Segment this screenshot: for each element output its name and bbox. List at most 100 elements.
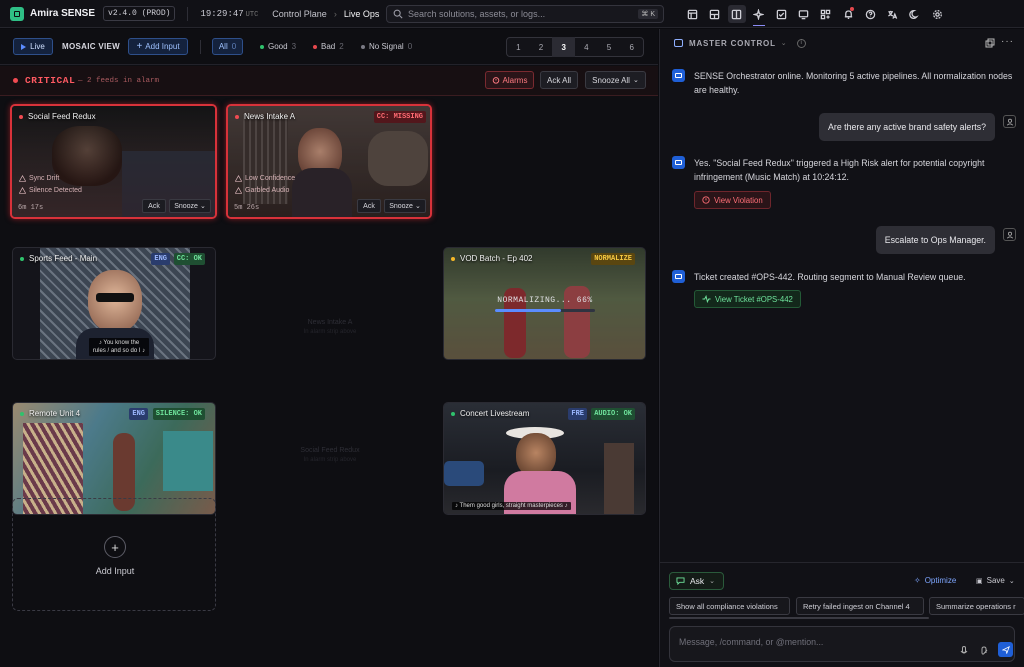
view-violation-button[interactable]: View Violation <box>694 191 771 209</box>
sparkle-icon[interactable] <box>750 5 768 26</box>
clock-timezone: UTC <box>245 10 259 19</box>
feed-name: VOD Batch - Ep 402 <box>460 254 533 263</box>
feed-title: Sports Feed - Main <box>20 254 97 263</box>
add-input-tile[interactable]: + Add Input <box>12 498 216 611</box>
suggestion-chip[interactable]: Retry failed ingest on Channel 4 <box>796 597 924 615</box>
filter-good[interactable]: Good 3 <box>260 38 296 55</box>
plus-icon: + <box>136 41 143 52</box>
copy-icon[interactable] <box>985 38 995 48</box>
add-input-tile-label: Add Input <box>95 566 135 576</box>
dashboard-icon[interactable] <box>705 5 723 23</box>
critical-status-dot <box>13 78 18 83</box>
chevron-down-icon: ⌄ <box>632 77 639 84</box>
view-ticket-button[interactable]: View Ticket #OPS-442 <box>694 290 801 308</box>
feed-tile-vod-batch-ep-402[interactable]: VOD Batch - Ep 402 NORMALIZE NORMALIZING… <box>443 247 646 360</box>
ack-all-button[interactable]: Ack All <box>540 71 578 89</box>
alarm-clock-icon <box>492 77 499 84</box>
subtitle-caption: ♪ You know the rules / and so do I ♪ <box>89 338 149 356</box>
grid-plus-icon[interactable] <box>817 5 835 23</box>
mode-selector[interactable]: Ask ⌄ <box>669 572 724 590</box>
bot-avatar-icon <box>672 270 685 283</box>
search-input[interactable] <box>408 9 638 19</box>
chevron-down-icon: ⌄ <box>414 203 421 210</box>
translate-icon[interactable] <box>884 5 902 23</box>
active-indicator <box>752 24 765 26</box>
theme-icon[interactable] <box>906 5 924 23</box>
ack-button[interactable]: Ack <box>357 199 381 213</box>
good-status-dot <box>20 411 24 416</box>
add-input-label: Add Input <box>145 42 180 51</box>
suggestions-scrollbar[interactable] <box>669 617 929 619</box>
save-label: Save <box>986 576 1005 585</box>
alarm-feed-tile-news-intake-a[interactable]: News Intake A CC: MISSING Low Confidence… <box>226 104 432 219</box>
critical-status-dot <box>19 114 23 119</box>
alarm-feed-tile-social-feed-redux[interactable]: Social Feed Redux Sync Drift Silence Det… <box>10 104 217 219</box>
suggestion-chip[interactable]: Show all compliance violations <box>669 597 790 615</box>
message-box[interactable] <box>669 626 1015 662</box>
help-icon[interactable] <box>861 5 879 23</box>
normalize-badge: NORMALIZE <box>591 253 635 265</box>
activity-icon <box>702 295 711 303</box>
suggestion-chip[interactable]: Summarize operations r <box>929 597 1024 615</box>
bell-icon[interactable] <box>839 5 857 23</box>
feed-name: News Intake A <box>244 112 296 121</box>
breadcrumb-control-plane[interactable]: Control Plane <box>272 9 327 19</box>
subtitle-caption: ♪ Them good girls, straight masterpieces… <box>452 502 571 510</box>
issue-label: Silence Detected <box>29 187 82 194</box>
page-4-button[interactable]: 4 <box>575 37 598 57</box>
add-input-button[interactable]: + Add Input <box>128 38 188 55</box>
ghost-feed-name: Social Feed Redux <box>300 447 360 454</box>
issue-label: Sync Drift <box>29 175 60 182</box>
critical-status-dot <box>235 114 239 119</box>
info-icon[interactable]: i <box>796 38 806 48</box>
breadcrumb-live-ops[interactable]: Live Ops <box>344 9 380 19</box>
feed-tile-sports-feed-main[interactable]: Sports Feed - Main ENG CC: OK ♪ You know… <box>12 247 216 360</box>
bot-message: SENSE Orchestrator online. Monitoring 5 … <box>672 69 1014 97</box>
page-3-button[interactable]: 3 <box>552 37 576 57</box>
ack-button[interactable]: Ack <box>142 199 166 213</box>
layout-icon[interactable] <box>683 5 701 23</box>
live-button[interactable]: Live <box>13 38 53 55</box>
page-5-button[interactable]: 5 <box>598 37 621 57</box>
breadcrumb-separator-icon: › <box>333 8 337 19</box>
play-icon <box>21 43 27 50</box>
send-button[interactable] <box>998 642 1013 657</box>
alarms-label: Alarms <box>502 75 528 85</box>
chat-composer: Ask ⌄ ✧ Optimize ▣ Save ⌄ Show all complian… <box>660 562 1024 667</box>
filter-bad[interactable]: Bad 2 <box>313 38 344 55</box>
bot-avatar-icon <box>672 156 685 169</box>
split-view-icon[interactable] <box>727 5 746 23</box>
monitor-icon[interactable] <box>794 5 812 23</box>
more-options-icon[interactable]: ··· <box>1001 37 1014 47</box>
filter-no-signal[interactable]: No Signal 0 <box>361 38 412 55</box>
page-1-button[interactable]: 1 <box>507 37 530 57</box>
attachment-icon[interactable] <box>981 646 989 656</box>
page-6-button[interactable]: 6 <box>620 37 643 57</box>
live-label: Live <box>30 42 45 51</box>
page-2-button[interactable]: 2 <box>530 37 553 57</box>
bad-status-dot <box>313 44 317 49</box>
message-text: SENSE Orchestrator online. Monitoring 5 … <box>694 71 1013 95</box>
chevron-down-icon[interactable]: ⌄ <box>781 39 787 47</box>
snooze-button[interactable]: Snooze ⌄ <box>169 199 211 213</box>
snooze-button[interactable]: Snooze ⌄ <box>384 199 426 213</box>
optimize-button[interactable]: ✧ Optimize <box>914 576 956 585</box>
normalizing-progress-label: NORMALIZING... 66% <box>497 296 593 305</box>
checklist-icon[interactable] <box>772 5 790 23</box>
ghost-note: In alarm strip above <box>303 329 357 335</box>
filter-count: 3 <box>291 42 297 51</box>
bot-avatar-icon <box>672 69 685 82</box>
app-name: Amira SENSE <box>30 8 96 19</box>
message-input[interactable] <box>679 635 939 649</box>
save-button[interactable]: ▣ Save ⌄ <box>976 576 1015 585</box>
filter-all[interactable]: All 0 <box>212 38 243 55</box>
alarms-button[interactable]: Alarms <box>485 71 534 89</box>
send-icon <box>1001 645 1010 654</box>
feed-tile-concert-livestream[interactable]: Concert Livestream FRE AUDIO: OK ♪ Them … <box>443 402 646 515</box>
master-control-title[interactable]: MASTER CONTROL <box>689 39 776 48</box>
microphone-icon[interactable] <box>960 646 968 656</box>
global-search[interactable]: ⌘ K <box>386 5 664 23</box>
settings-icon[interactable] <box>928 5 946 23</box>
snooze-all-button[interactable]: Snooze All ⌄ <box>585 71 646 89</box>
feed-title: VOD Batch - Ep 402 <box>451 254 532 263</box>
